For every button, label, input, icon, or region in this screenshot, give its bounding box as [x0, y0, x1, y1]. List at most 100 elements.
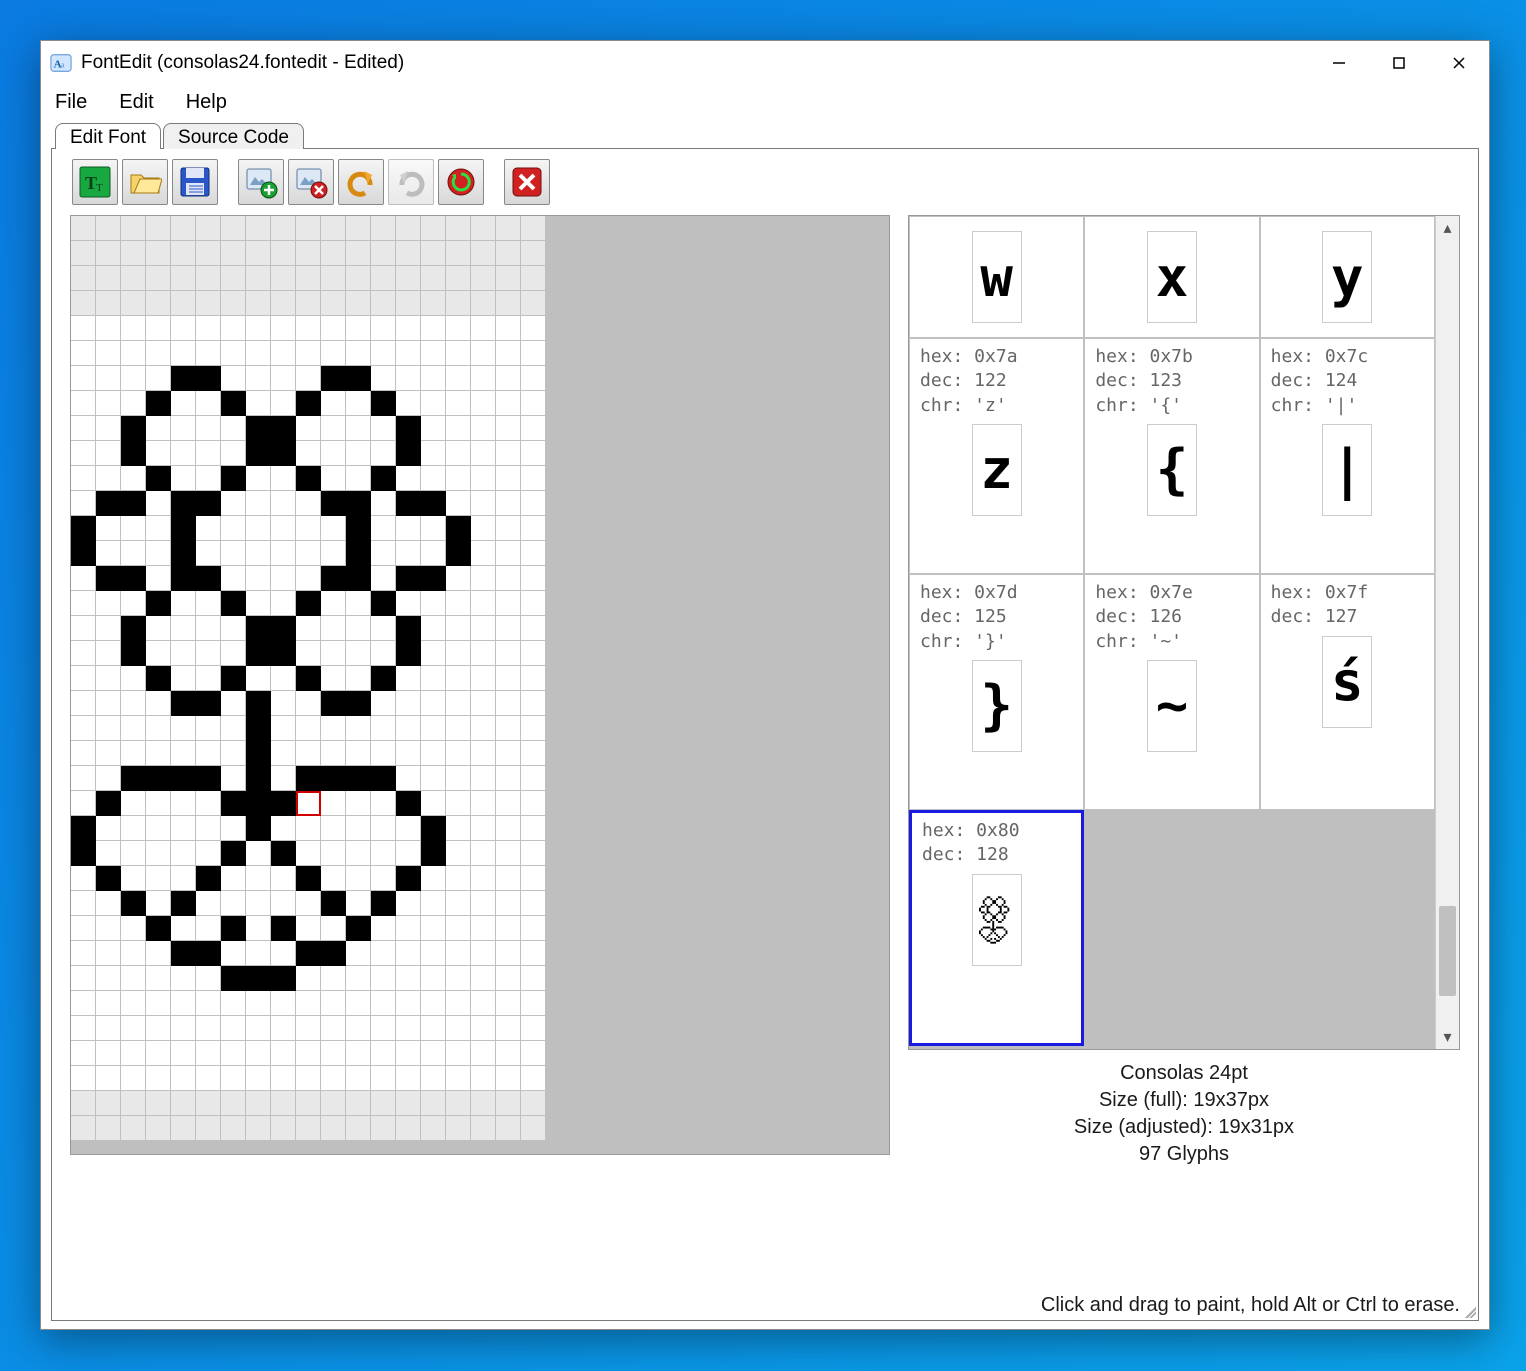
pixel-cell[interactable]: [246, 716, 271, 741]
pixel-cell[interactable]: [96, 691, 121, 716]
pixel-cell[interactable]: [196, 1066, 221, 1091]
pixel-cell[interactable]: [521, 216, 546, 241]
pixel-cell[interactable]: [296, 516, 321, 541]
pixel-cell[interactable]: [346, 991, 371, 1016]
pixel-cell[interactable]: [446, 491, 471, 516]
pixel-cell[interactable]: [371, 816, 396, 841]
pixel-cell[interactable]: [271, 466, 296, 491]
pixel-cell[interactable]: [296, 816, 321, 841]
pixel-cell[interactable]: [296, 1066, 321, 1091]
pixel-cell[interactable]: [496, 241, 521, 266]
pixel-cell[interactable]: [71, 416, 96, 441]
pixel-cell[interactable]: [521, 516, 546, 541]
pixel-cell[interactable]: [246, 766, 271, 791]
pixel-cell[interactable]: [121, 366, 146, 391]
pixel-cell[interactable]: [296, 866, 321, 891]
pixel-cell[interactable]: [521, 566, 546, 591]
pixel-cell[interactable]: [221, 266, 246, 291]
pixel-cell[interactable]: [396, 1016, 421, 1041]
pixel-cell[interactable]: [421, 391, 446, 416]
pixel-cell[interactable]: [121, 241, 146, 266]
pixel-cell[interactable]: [246, 841, 271, 866]
pixel-cell[interactable]: [71, 441, 96, 466]
pixel-cell[interactable]: [321, 491, 346, 516]
pixel-cell[interactable]: [271, 366, 296, 391]
pixel-cell[interactable]: [396, 441, 421, 466]
pixel-cell[interactable]: [346, 666, 371, 691]
pixel-cell[interactable]: [471, 941, 496, 966]
pixel-cell[interactable]: [221, 1066, 246, 1091]
pixel-cell[interactable]: [446, 691, 471, 716]
pixel-cell[interactable]: [371, 741, 396, 766]
pixel-cell[interactable]: [296, 1116, 321, 1141]
pixel-cell[interactable]: [71, 1116, 96, 1141]
pixel-cell[interactable]: [421, 566, 446, 591]
pixel-cell[interactable]: [371, 566, 396, 591]
pixel-cell[interactable]: [396, 766, 421, 791]
pixel-cell[interactable]: [521, 816, 546, 841]
pixel-cell[interactable]: [371, 1116, 396, 1141]
pixel-cell[interactable]: [496, 616, 521, 641]
pixel-cell[interactable]: [121, 616, 146, 641]
pixel-cell[interactable]: [296, 841, 321, 866]
pixel-cell[interactable]: [496, 491, 521, 516]
pixel-cell[interactable]: [421, 266, 446, 291]
pixel-cell[interactable]: [496, 941, 521, 966]
menu-file[interactable]: File: [49, 89, 93, 116]
pixel-cell[interactable]: [296, 566, 321, 591]
pixel-cell[interactable]: [96, 341, 121, 366]
pixel-cell[interactable]: [121, 1066, 146, 1091]
pixel-cell[interactable]: [346, 616, 371, 641]
pixel-cell[interactable]: [221, 591, 246, 616]
pixel-cell[interactable]: [71, 491, 96, 516]
pixel-cell[interactable]: [296, 541, 321, 566]
pixel-cell[interactable]: [321, 691, 346, 716]
pixel-cell[interactable]: [71, 716, 96, 741]
pixel-cell[interactable]: [96, 1066, 121, 1091]
pixel-cell[interactable]: [121, 416, 146, 441]
pixel-cell[interactable]: [446, 966, 471, 991]
pixel-cell[interactable]: [271, 966, 296, 991]
pixel-cell[interactable]: [146, 766, 171, 791]
pixel-cell[interactable]: [296, 216, 321, 241]
pixel-cell[interactable]: [396, 341, 421, 366]
remove-glyph-button[interactable]: [288, 159, 334, 205]
pixel-cell[interactable]: [496, 291, 521, 316]
pixel-cell[interactable]: [521, 991, 546, 1016]
pixel-cell[interactable]: [246, 316, 271, 341]
pixel-cell[interactable]: [421, 816, 446, 841]
pixel-cell[interactable]: [96, 366, 121, 391]
pixel-cell[interactable]: [521, 291, 546, 316]
pixel-cell[interactable]: [446, 1041, 471, 1066]
pixel-cell[interactable]: [146, 641, 171, 666]
pixel-cell[interactable]: [421, 791, 446, 816]
pixel-cell[interactable]: [446, 541, 471, 566]
pixel-cell[interactable]: [246, 891, 271, 916]
pixel-cell[interactable]: [221, 941, 246, 966]
pixel-cell[interactable]: [271, 1116, 296, 1141]
pixel-cell[interactable]: [221, 691, 246, 716]
pixel-cell[interactable]: [271, 1066, 296, 1091]
pixel-cell[interactable]: [246, 691, 271, 716]
pixel-cell[interactable]: [321, 1116, 346, 1141]
pixel-cell[interactable]: [321, 341, 346, 366]
pixel-cell[interactable]: [346, 441, 371, 466]
glyph-cell[interactable]: hex: 0x7a dec: 122 chr: 'z'z: [909, 338, 1084, 574]
pixel-cell[interactable]: [271, 441, 296, 466]
pixel-cell[interactable]: [71, 466, 96, 491]
pixel-cell[interactable]: [421, 891, 446, 916]
pixel-cell[interactable]: [271, 566, 296, 591]
pixel-cell[interactable]: [371, 291, 396, 316]
pixel-cell[interactable]: [446, 591, 471, 616]
pixel-cell[interactable]: [271, 491, 296, 516]
pixel-cell[interactable]: [321, 466, 346, 491]
close-button[interactable]: [1429, 41, 1489, 85]
pixel-cell[interactable]: [171, 266, 196, 291]
glyph-cell[interactable]: hex: 0x7f dec: 127ś: [1260, 574, 1435, 810]
pixel-cell[interactable]: [446, 941, 471, 966]
pixel-cell[interactable]: [121, 891, 146, 916]
pixel-cell[interactable]: [146, 441, 171, 466]
pixel-cell[interactable]: [196, 1016, 221, 1041]
pixel-cell[interactable]: [171, 616, 196, 641]
pixel-cell[interactable]: [396, 566, 421, 591]
